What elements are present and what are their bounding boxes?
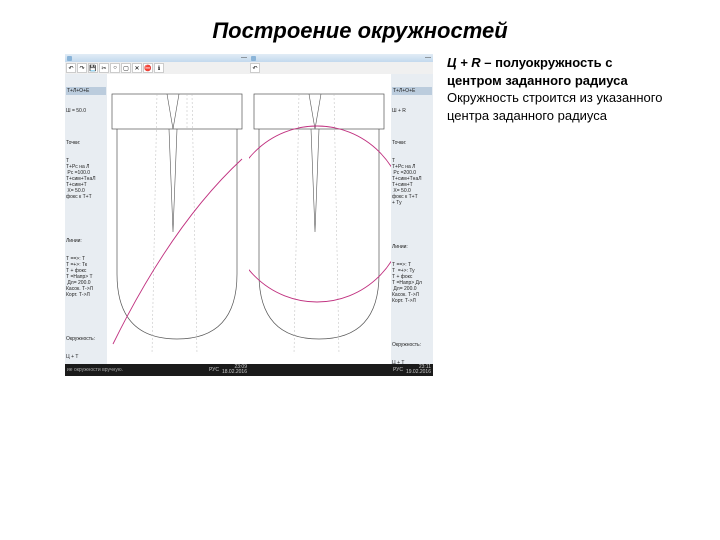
tool-delete[interactable]: ✕ — [132, 63, 142, 73]
points-list[interactable]: Т Т+Рс на Л Рс =200.0 Т+сим+ТнаЛ Т+сим+Т… — [392, 158, 432, 206]
tool-redo[interactable]: ↷ — [77, 63, 87, 73]
circle-title: Окружность: — [392, 342, 432, 348]
tool-stop[interactable]: ⛔ — [143, 63, 153, 73]
lines-title: Линии: — [392, 244, 432, 250]
tool-circle[interactable]: ○ — [110, 63, 120, 73]
app-icon — [67, 56, 72, 61]
panel-header[interactable]: Т+Л+О+Е — [66, 87, 106, 95]
titlebar-1: — — [65, 54, 249, 62]
drawing-canvas-2[interactable] — [249, 74, 391, 364]
taskbar-1: ие окружности вручную. РУС 23:0918.02.20… — [65, 364, 249, 376]
tool-info[interactable]: ℹ — [154, 63, 164, 73]
toolbar-2: ↶ — [249, 62, 433, 74]
tool-undo[interactable]: ↶ — [66, 63, 76, 73]
points-title: Точки: — [392, 140, 432, 146]
lines-list[interactable]: Т ==>: Т Т =+>: Ту Т + фокс Т =Напр> Дл … — [392, 262, 432, 304]
minimize-icon[interactable]: — — [425, 55, 431, 61]
panel-header[interactable]: Т+Л+О+Е — [392, 87, 432, 95]
side-panel-2: Т+Л+О+Е Ш + R Точки: Т Т+Рс на Л Рс =200… — [391, 74, 433, 364]
app-icon — [251, 56, 256, 61]
page-title: Построение окружностей — [0, 0, 720, 54]
tool-save[interactable]: 💾 — [88, 63, 98, 73]
panel-subheader: Ш = 50.0 — [66, 108, 106, 114]
toolbar-1: ↶ ↷ 💾 ✂ ○ ▢ ✕ ⛔ ℹ — [65, 62, 249, 74]
app-window-2: — ↶ Т+Л+О+Е — [249, 54, 433, 384]
side-panel-1: Т+Л+О+Е Ш = 50.0 Точки: Т Т+Рс на Л Рс =… — [65, 74, 107, 364]
points-list[interactable]: Т Т+Рс на Л Рс =100.0 Т+сим+ТнаЛ Т+сим+Т… — [66, 158, 106, 200]
taskbar-clock: 23:1119.02.2016 — [406, 365, 431, 375]
circle-opt-1[interactable]: Ц + Т — [66, 354, 106, 360]
screenshot-pair: — ↶ ↷ 💾 ✂ ○ ▢ ✕ ⛔ ℹ Т+Л+О+Е Ш = 50.0 Точ… — [65, 54, 433, 384]
circle-title: Окружность: — [66, 336, 106, 342]
drawing-canvas-1[interactable] — [107, 74, 249, 364]
description-text: Ц + R – полуокружность с центром заданно… — [433, 54, 663, 384]
taskbar-lang[interactable]: РУС — [393, 368, 403, 373]
app-window-1: — ↶ ↷ 💾 ✂ ○ ▢ ✕ ⛔ ℹ Т+Л+О+Е Ш = 50.0 Точ… — [65, 54, 249, 384]
panel-subheader: Ш + R — [392, 108, 432, 114]
points-title: Точки: — [66, 140, 106, 146]
tool-square[interactable]: ▢ — [121, 63, 131, 73]
tool-undo[interactable]: ↶ — [250, 63, 260, 73]
taskbar-2: РУС 23:1119.02.2016 — [249, 364, 433, 376]
taskbar-lang[interactable]: РУС — [209, 368, 219, 373]
tool-cut[interactable]: ✂ — [99, 63, 109, 73]
titlebar-2: — — [249, 54, 433, 62]
lines-list[interactable]: Т ==>: Т Т =+>: Тк Т + фокс Т =Напр> Т Д… — [66, 256, 106, 298]
minimize-icon[interactable]: — — [241, 55, 247, 61]
desc-term: Ц + R — [447, 55, 481, 70]
taskbar-hint: ие окружности вручную. — [67, 368, 123, 373]
desc-body: Окружность строится из указанного центра… — [447, 90, 662, 123]
taskbar-clock: 23:0918.02.2016 — [222, 365, 247, 375]
lines-title: Линии: — [66, 238, 106, 244]
